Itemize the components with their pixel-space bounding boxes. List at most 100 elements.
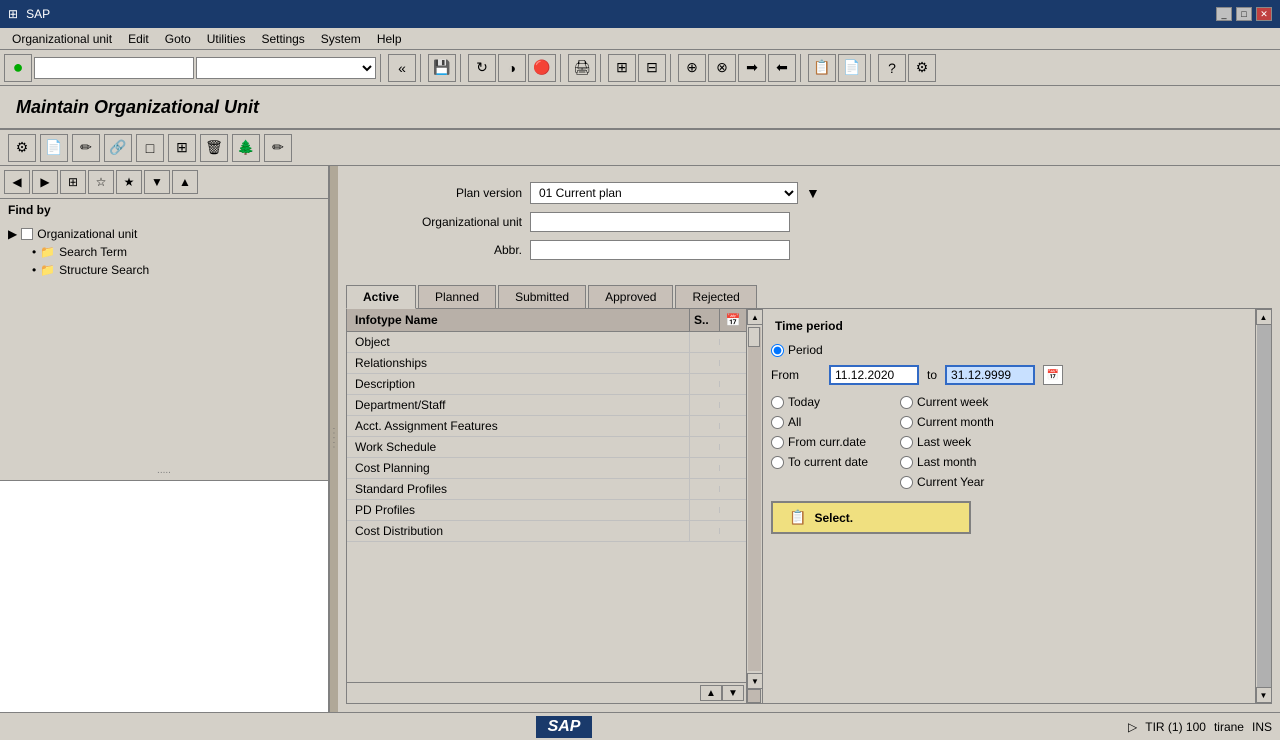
table-row[interactable]: Work Schedule [347, 437, 746, 458]
radio-last-week[interactable]: Last week [900, 435, 994, 449]
back-nav-btn[interactable]: « [388, 54, 416, 82]
radio-all[interactable]: All [771, 415, 868, 429]
menu-edit[interactable]: Edit [120, 30, 157, 48]
action-new-btn[interactable]: 📄 [40, 134, 68, 162]
radio-from-curr[interactable]: From curr.date [771, 435, 868, 449]
to-date-input[interactable] [945, 365, 1035, 385]
radio-current-year[interactable]: Current Year [900, 475, 994, 489]
from-curr-radio[interactable] [771, 436, 784, 449]
action-expand-btn[interactable]: 🌲 [232, 134, 260, 162]
action-copy-btn[interactable]: □ [136, 134, 164, 162]
current-month-radio[interactable] [900, 416, 913, 429]
tab-rejected[interactable]: Rejected [675, 285, 756, 309]
upload3-btn[interactable]: ➡ [738, 54, 766, 82]
nav-star2-btn[interactable]: ★ [116, 170, 142, 194]
action-relations-btn[interactable]: 🔗 [104, 134, 132, 162]
upload-btn[interactable]: ⊕ [678, 54, 706, 82]
tab-active[interactable]: Active [346, 285, 416, 309]
period-radio-btn[interactable] [771, 344, 784, 357]
clip2-btn[interactable]: 📄 [838, 54, 866, 82]
action-settings-btn[interactable]: ⚙ [8, 134, 36, 162]
nav-back-btn[interactable]: ◀ [4, 170, 30, 194]
green-circle-btn[interactable]: ● [4, 54, 32, 82]
right-scroll-down[interactable]: ▼ [1256, 687, 1272, 703]
radio-last-month[interactable]: Last month [900, 455, 994, 469]
org-unit-input[interactable] [530, 212, 790, 232]
toolbar-dropdown[interactable] [196, 57, 376, 79]
scroll-down-btn[interactable]: ▼ [722, 685, 744, 701]
menu-help[interactable]: Help [369, 30, 410, 48]
infotype-rows: Object Relationships Description [347, 332, 746, 682]
menu-goto[interactable]: Goto [157, 30, 199, 48]
menu-system[interactable]: System [313, 30, 369, 48]
scroll-up-btn[interactable]: ▲ [700, 685, 722, 701]
vscroll-down-btn[interactable]: ▼ [747, 673, 763, 689]
menu-utilities[interactable]: Utilities [199, 30, 254, 48]
print-btn[interactable]: 🖨 [568, 54, 596, 82]
table-row[interactable]: PD Profiles [347, 500, 746, 521]
help-btn[interactable]: ? [878, 54, 906, 82]
nav-up-btn[interactable]: ▲ [172, 170, 198, 194]
current-week-radio[interactable] [900, 396, 913, 409]
calendar-icon[interactable]: 📅 [1043, 365, 1063, 385]
current-year-radio[interactable] [900, 476, 913, 489]
nav-expand-btn[interactable]: ⊞ [60, 170, 86, 194]
plan-version-dropdown-icon[interactable]: ▼ [806, 185, 820, 201]
table-row[interactable]: Description [347, 374, 746, 395]
radio-to-current[interactable]: To current date [771, 455, 868, 469]
action-edit-btn[interactable]: ✏ [72, 134, 100, 162]
table-row[interactable]: Object [347, 332, 746, 353]
minimize-button[interactable]: _ [1216, 7, 1232, 21]
tab-approved[interactable]: Approved [588, 285, 673, 309]
upload4-btn[interactable]: ⬅ [768, 54, 796, 82]
table-row[interactable]: Relationships [347, 353, 746, 374]
nav-forward-btn[interactable]: ▶ [32, 170, 58, 194]
nav-star-btn[interactable]: ☆ [88, 170, 114, 194]
action-flag-btn[interactable]: ✏ [264, 134, 292, 162]
refresh-btn[interactable]: ↻ [468, 54, 496, 82]
last-month-radio[interactable] [900, 456, 913, 469]
maximize-button[interactable]: □ [1236, 7, 1252, 21]
close-button[interactable]: ✕ [1256, 7, 1272, 21]
table-row[interactable]: Standard Profiles [347, 479, 746, 500]
action-delimit-btn[interactable]: ⊞ [168, 134, 196, 162]
menu-settings[interactable]: Settings [253, 30, 312, 48]
table-row[interactable]: Cost Distribution [347, 521, 746, 542]
vscroll-up-btn[interactable]: ▲ [747, 309, 763, 325]
table-row[interactable]: Acct. Assignment Features [347, 416, 746, 437]
from-date-input[interactable] [829, 365, 919, 385]
menu-organizational-unit[interactable]: Organizational unit [4, 30, 120, 48]
find2-btn[interactable]: ⊟ [638, 54, 666, 82]
action-delete-btn[interactable]: 🗑 [200, 134, 228, 162]
today-radio[interactable] [771, 396, 784, 409]
right-scroll-up[interactable]: ▲ [1256, 309, 1272, 325]
tab-submitted[interactable]: Submitted [498, 285, 586, 309]
save-btn[interactable]: 💾 [428, 54, 456, 82]
tree-root-item[interactable]: ▶ Organizational unit [8, 225, 320, 243]
radio-today[interactable]: Today [771, 395, 868, 409]
resize-handle[interactable]: ····· [330, 166, 338, 712]
btn2[interactable]: ◑ [498, 54, 526, 82]
abbr-input[interactable] [530, 240, 790, 260]
table-row[interactable]: Cost Planning [347, 458, 746, 479]
clip-btn[interactable]: 📋 [808, 54, 836, 82]
all-radio[interactable] [771, 416, 784, 429]
upload2-btn[interactable]: ⊗ [708, 54, 736, 82]
last-week-radio[interactable] [900, 436, 913, 449]
plan-version-select[interactable]: 01 Current plan [530, 182, 798, 204]
radio-current-week[interactable]: Current week [900, 395, 994, 409]
select-button[interactable]: 📋 Select. [771, 501, 971, 534]
find-btn[interactable]: ⊞ [608, 54, 636, 82]
table-row[interactable]: Department/Staff [347, 395, 746, 416]
nav-filter-btn[interactable]: ▼ [144, 170, 170, 194]
radio-current-month[interactable]: Current month [900, 415, 994, 429]
vscroll-thumb[interactable] [748, 327, 760, 347]
to-current-radio[interactable] [771, 456, 784, 469]
btn3[interactable]: 🔴 [528, 54, 556, 82]
tree-root-checkbox[interactable] [21, 228, 33, 240]
tree-search-term-item[interactable]: • 📁 Search Term [32, 243, 320, 261]
command-input[interactable] [34, 57, 194, 79]
settings-btn[interactable]: ⚙ [908, 54, 936, 82]
tab-planned[interactable]: Planned [418, 285, 496, 309]
tree-structure-search-item[interactable]: • 📁 Structure Search [32, 261, 320, 279]
